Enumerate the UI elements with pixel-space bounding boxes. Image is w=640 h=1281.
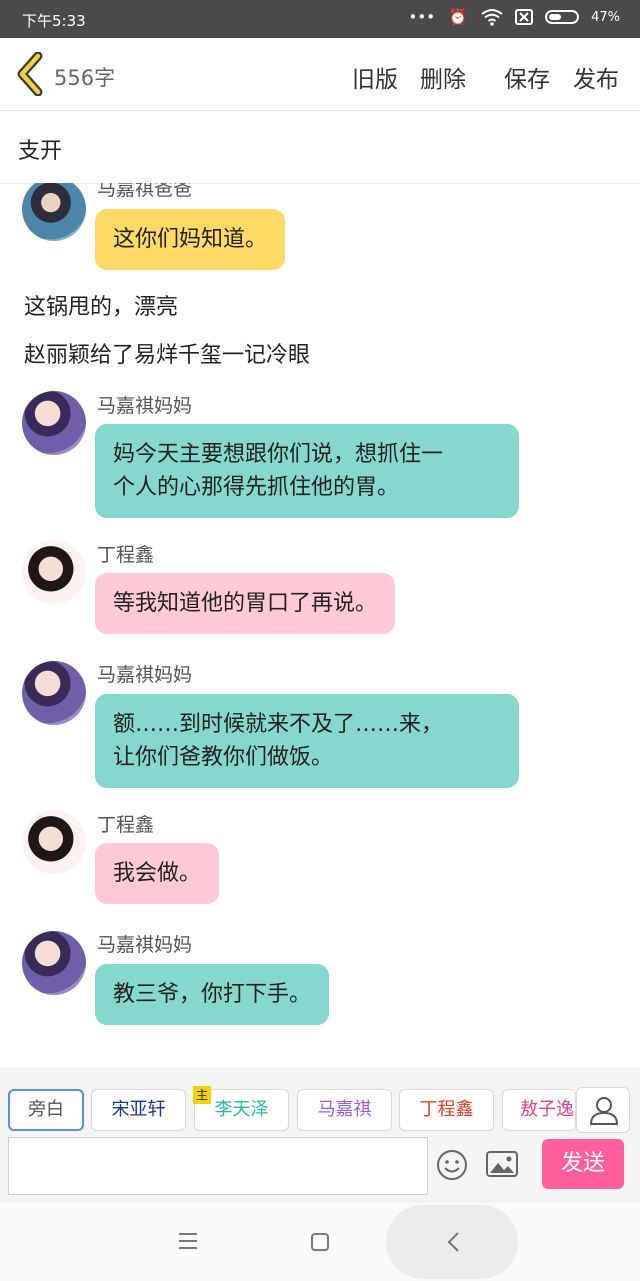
avatar[interactable]: [22, 183, 86, 241]
person-icon: [589, 1097, 619, 1125]
old-version-button[interactable]: 旧版: [352, 60, 398, 94]
narration-text[interactable]: 赵丽颖给了易烊千玺一记冷眼: [24, 337, 310, 369]
battery-icon: [545, 10, 580, 24]
manage-characters-button[interactable]: [576, 1087, 630, 1133]
image-icon[interactable]: [485, 1149, 519, 1179]
character-label: 马嘉祺: [317, 1099, 372, 1120]
message-bubble[interactable]: 妈今天主要想跟你们说，想抓住一 个人的心那得先抓住他的胃。: [95, 424, 519, 518]
avatar[interactable]: [22, 661, 86, 725]
message-bubble[interactable]: 我会做。: [95, 843, 220, 904]
message-line: 额……到时候就来不及了……来，: [113, 712, 444, 737]
character-chip[interactable]: 马嘉祺: [297, 1089, 392, 1131]
chevron-left-icon[interactable]: [14, 52, 46, 96]
character-label: 旁白: [28, 1099, 64, 1120]
avatar[interactable]: [22, 810, 86, 874]
battery-level: 47%: [591, 9, 620, 25]
speaker-name: 马嘉祺妈妈: [97, 395, 193, 417]
character-label: 敖子逸: [520, 1099, 574, 1120]
delete-button[interactable]: 删除: [420, 60, 466, 94]
save-button[interactable]: 保存: [504, 60, 550, 94]
chapter-title-field[interactable]: 支开: [0, 111, 640, 184]
character-chip[interactable]: 旁白: [8, 1089, 84, 1131]
character-label: 李天泽: [214, 1099, 269, 1120]
message-bubble[interactable]: 这你们妈知道。: [95, 209, 286, 270]
square-icon[interactable]: [309, 1231, 331, 1253]
message-bubble[interactable]: 额……到时候就来不及了……来， 让你们爸教你们做饭。: [95, 694, 519, 788]
message-line: 让你们爸教你们做饭。: [113, 745, 334, 770]
chat-area[interactable]: 马嘉祺爸爸 这你们妈知道。 这锅甩的，漂亮 赵丽颖给了易烊千玺一记冷眼 马嘉祺妈…: [0, 183, 640, 1067]
narration-text[interactable]: 这锅甩的，漂亮: [24, 289, 178, 321]
word-count: 556字: [54, 66, 116, 90]
character-label: 丁程鑫: [419, 1099, 474, 1120]
message-bubble[interactable]: 教三爷，你打下手。: [95, 964, 330, 1025]
wifi-icon: [481, 9, 503, 26]
editor-toolbar: 556字 旧版 删除 保存 发布: [0, 38, 640, 111]
message-line: 个人的心那得先抓住他的胃。: [113, 475, 400, 500]
system-nav-bar: [0, 1201, 640, 1281]
avatar[interactable]: [22, 931, 86, 995]
message-input[interactable]: [8, 1137, 428, 1195]
speaker-name: 马嘉祺爸爸: [97, 183, 193, 200]
speaker-name: 马嘉祺妈妈: [97, 934, 193, 956]
character-chip[interactable]: 丁程鑫: [399, 1089, 494, 1131]
speaker-name: 丁程鑫: [97, 544, 155, 566]
avatar[interactable]: [22, 540, 86, 604]
status-time: 下午5:33: [22, 12, 86, 30]
message-bubble[interactable]: 等我知道他的胃口了再说。: [95, 573, 396, 634]
character-chip[interactable]: 主 李天泽: [193, 1086, 289, 1131]
more-dots-icon: •••: [408, 8, 436, 26]
send-button[interactable]: 发送: [542, 1139, 624, 1189]
character-chip[interactable]: 宋亚轩: [91, 1089, 186, 1131]
publish-button[interactable]: 发布: [573, 60, 619, 94]
protagonist-badge: 主: [193, 1086, 211, 1104]
character-label: 宋亚轩: [111, 1099, 166, 1120]
message-line: 妈今天主要想跟你们说，想抓住一: [113, 442, 444, 467]
smiley-icon[interactable]: [436, 1149, 468, 1181]
sim-off-icon: [515, 9, 534, 25]
chevron-left-icon[interactable]: [444, 1230, 464, 1254]
chapter-title: 支开: [18, 139, 63, 164]
avatar[interactable]: [22, 391, 86, 455]
speaker-name: 马嘉祺妈妈: [97, 664, 193, 686]
composer-panel: 旁白 宋亚轩 主 李天泽 马嘉祺 丁程鑫 敖子逸 发送: [0, 1067, 640, 1201]
character-chip[interactable]: 敖子逸: [502, 1089, 576, 1131]
menu-icon[interactable]: [177, 1230, 199, 1252]
speaker-name: 丁程鑫: [97, 814, 155, 836]
status-bar: 下午5:33 ••• ⏰ 47%: [0, 0, 640, 38]
alarm-icon: ⏰: [448, 8, 468, 26]
